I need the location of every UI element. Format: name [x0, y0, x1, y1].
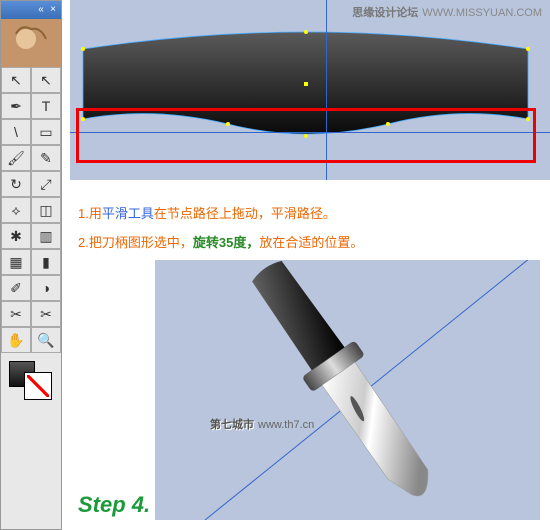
tool-scale[interactable]: ⤢ — [31, 171, 61, 197]
instruction-1: 1.用平滑工具在节点路径上拖动，平滑路径。 — [78, 200, 363, 229]
toolbox-titlebar[interactable]: « × — [1, 1, 61, 19]
watermark-mid: 第七城市www.th7.cn — [210, 416, 314, 432]
tool-mesh[interactable]: ▦ — [1, 249, 31, 275]
tool-slice[interactable]: ✂ — [1, 301, 31, 327]
collapse-icon[interactable]: « — [35, 4, 47, 16]
tool-symbol-spray[interactable]: ✱ — [1, 223, 31, 249]
tool-direct-select[interactable]: ↖ — [31, 67, 61, 93]
canvas-knife — [155, 260, 540, 520]
toolbox-panel: « × ↖↖✒T\▭🖌✎↻⤢⟡◫✱▥▦▮✐◑✂✂✋🔍 — [0, 0, 62, 530]
tool-rotate[interactable]: ↻ — [1, 171, 31, 197]
tool-rectangle[interactable]: ▭ — [31, 119, 61, 145]
stroke-swatch[interactable] — [25, 373, 51, 399]
tool-pencil[interactable]: ✎ — [31, 145, 61, 171]
tool-zoom[interactable]: 🔍 — [31, 327, 61, 353]
tools-grid: ↖↖✒T\▭🖌✎↻⤢⟡◫✱▥▦▮✐◑✂✂✋🔍 — [1, 67, 61, 353]
instruction-2: 2.把刀柄图形选中，旋转35度，放在合适的位置。 — [78, 229, 363, 258]
step-label: Step 4. — [78, 492, 150, 518]
close-icon[interactable]: × — [47, 4, 59, 16]
tool-gradient[interactable]: ▮ — [31, 249, 61, 275]
tool-blend[interactable]: ◑ — [31, 275, 61, 301]
highlight-box — [76, 108, 536, 163]
tool-line[interactable]: \ — [1, 119, 31, 145]
tool-type[interactable]: T — [31, 93, 61, 119]
tool-hand[interactable]: ✋ — [1, 327, 31, 353]
canvas-top: 思缘设计论坛WWW.MISSYUAN.COM — [70, 0, 550, 180]
tool-scissors[interactable]: ✂ — [31, 301, 61, 327]
tool-selection[interactable]: ↖ — [1, 67, 31, 93]
app-logo-image — [1, 19, 61, 67]
tool-eyedropper[interactable]: ✐ — [1, 275, 31, 301]
tool-free-transform[interactable]: ◫ — [31, 197, 61, 223]
instructions: 1.用平滑工具在节点路径上拖动，平滑路径。 2.把刀柄图形选中，旋转35度，放在… — [78, 200, 363, 257]
tool-graph[interactable]: ▥ — [31, 223, 61, 249]
tool-brush[interactable]: 🖌 — [1, 145, 31, 171]
tool-pen[interactable]: ✒ — [1, 93, 31, 119]
watermark-top: 思缘设计论坛WWW.MISSYUAN.COM — [352, 4, 542, 20]
tool-warp[interactable]: ⟡ — [1, 197, 31, 223]
color-swatches[interactable] — [1, 357, 61, 397]
